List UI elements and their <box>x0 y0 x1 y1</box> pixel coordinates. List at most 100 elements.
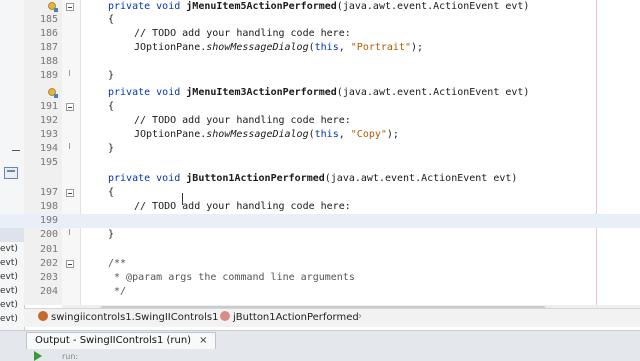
override-icon[interactable] <box>48 2 58 12</box>
code-text: private void jMenuItem5ActionPerformed(j… <box>108 0 529 14</box>
code-line: 187 JOptionPane.showMessageDialog(this, … <box>0 41 640 55</box>
code-line: 193 JOptionPane.showMessageDialog(this, … <box>0 128 640 142</box>
chevron-right-icon: › <box>200 311 204 322</box>
code-line: 185 { <box>0 13 640 27</box>
line-number: 201 <box>39 244 58 255</box>
tab-output[interactable]: Output - SwingIIControls1 (run) × <box>26 332 217 349</box>
line-number: 193 <box>39 129 58 140</box>
method-icon <box>220 311 230 321</box>
line-number: 204 <box>39 286 58 297</box>
code-token: this <box>314 42 339 53</box>
javadoc-text: * @param args the command line arguments <box>108 272 355 283</box>
code-line: 201 <box>0 243 640 257</box>
line-number: 199 <box>39 215 58 226</box>
code-token: JOptionPane. <box>134 42 207 53</box>
method-name: jMenuItem5ActionPerformed <box>186 1 337 12</box>
fold-toggle-icon[interactable] <box>66 260 74 268</box>
code-line: 195 <box>0 156 640 170</box>
code-line: 198 // TODO add your handling code here: <box>0 200 640 214</box>
keyword: private void <box>108 1 187 12</box>
javadoc-text: /** <box>108 258 127 269</box>
method-name: jButton1ActionPerformed <box>186 173 325 184</box>
method-params: (java.awt.event.ActionEvent evt) <box>324 173 518 184</box>
code-text: } <box>108 143 115 154</box>
code-line: 200 } <box>0 228 640 242</box>
line-number: 198 <box>39 201 58 212</box>
code-line: 191 { <box>0 100 640 114</box>
code-comment: // TODO add your handling code here: <box>134 201 351 212</box>
panel-text-fragment: evt) <box>0 314 18 324</box>
line-number: 189 <box>39 70 58 81</box>
code-line: 204 */ <box>0 285 640 299</box>
code-line: 194 } <box>0 142 640 156</box>
code-line: 192 // TODO add your handling code here: <box>0 114 640 128</box>
line-number: 191 <box>39 101 58 112</box>
code-line: private void jButton1ActionPerformed(jav… <box>0 172 640 186</box>
code-line: 202 /** <box>0 257 640 271</box>
current-code-line[interactable]: 199 <box>0 214 640 228</box>
override-icon[interactable] <box>48 88 58 98</box>
code-text: JOptionPane.showMessageDialog(this, "Por… <box>134 41 423 55</box>
line-number: 194 <box>39 143 58 154</box>
breadcrumb-item-class[interactable]: swingiicontrols1.SwingIIControls1 <box>38 311 218 325</box>
code-text: { <box>108 14 115 25</box>
tab-label: Output - SwingIIControls1 (run) <box>35 335 192 346</box>
code-token: this <box>314 129 339 140</box>
fold-end-marker <box>69 70 70 76</box>
code-text: { <box>108 187 115 198</box>
code-line: private void jMenuItem3ActionPerformed(j… <box>0 86 640 100</box>
code-text: } <box>108 70 115 81</box>
code-text: private void jButton1ActionPerformed(jav… <box>108 172 517 186</box>
line-number: 195 <box>39 157 58 168</box>
fold-toggle-icon[interactable] <box>66 3 74 11</box>
breadcrumb-label: swingiicontrols1.SwingIIControls1 <box>51 312 219 323</box>
method-name: jMenuItem3ActionPerformed <box>186 87 337 98</box>
method-params: (java.awt.event.ActionEvent evt) <box>336 1 530 12</box>
line-number: 187 <box>39 42 58 53</box>
panel-text-fragment: evt) <box>0 300 18 310</box>
line-number: 202 <box>39 258 58 269</box>
line-number: 188 <box>39 56 58 67</box>
fold-end-marker <box>69 229 70 235</box>
code-text: } <box>108 229 115 240</box>
chevron-right-icon: › <box>358 311 362 322</box>
breadcrumb-item-method[interactable]: jButton1ActionPerformed <box>220 311 359 325</box>
code-token: showMessageDialog <box>206 129 309 140</box>
fold-end-marker <box>69 143 70 149</box>
code-text: { <box>108 101 115 112</box>
line-number: 203 <box>39 272 58 283</box>
code-line: 188 <box>0 55 640 69</box>
code-token: JOptionPane. <box>134 129 207 140</box>
javadoc-text: */ <box>108 286 127 297</box>
code-line: 197 { <box>0 186 640 200</box>
code-text: private void jMenuItem3ActionPerformed(j… <box>108 86 529 100</box>
fold-toggle-icon[interactable] <box>66 103 74 111</box>
line-number: 192 <box>39 115 58 126</box>
string-literal: "Portrait" <box>350 42 411 53</box>
code-token: showMessageDialog <box>206 42 309 53</box>
code-comment: // TODO add your handling code here: <box>134 115 351 126</box>
code-token: , <box>338 42 351 53</box>
keyword: private void <box>108 87 187 98</box>
code-token: , <box>338 129 351 140</box>
string-literal: "Copy" <box>350 129 387 140</box>
breadcrumb-label: jButton1ActionPerformed <box>233 312 359 323</box>
line-number: 197 <box>39 187 58 198</box>
code-line: private void jMenuItem5ActionPerformed(j… <box>0 0 640 14</box>
line-number: 185 <box>39 14 58 25</box>
code-text: JOptionPane.showMessageDialog(this, "Cop… <box>134 128 399 142</box>
code-line: 189 } <box>0 69 640 83</box>
line-number: 200 <box>39 229 58 240</box>
line-number: 186 <box>39 28 58 39</box>
close-icon[interactable]: × <box>199 335 207 346</box>
class-icon <box>38 311 48 321</box>
mouse-cursor <box>182 193 183 205</box>
code-line: 186 // TODO add your handling code here: <box>0 27 640 41</box>
code-comment: // TODO add your handling code here: <box>134 28 351 39</box>
keyword: private void <box>108 173 187 184</box>
method-params: (java.awt.event.ActionEvent evt) <box>336 87 530 98</box>
code-token: ); <box>411 42 424 53</box>
code-token: ); <box>386 129 399 140</box>
fold-toggle-icon[interactable] <box>66 189 74 197</box>
breadcrumb: swingiicontrols1.SwingIIControls1 › jBut… <box>24 308 640 327</box>
